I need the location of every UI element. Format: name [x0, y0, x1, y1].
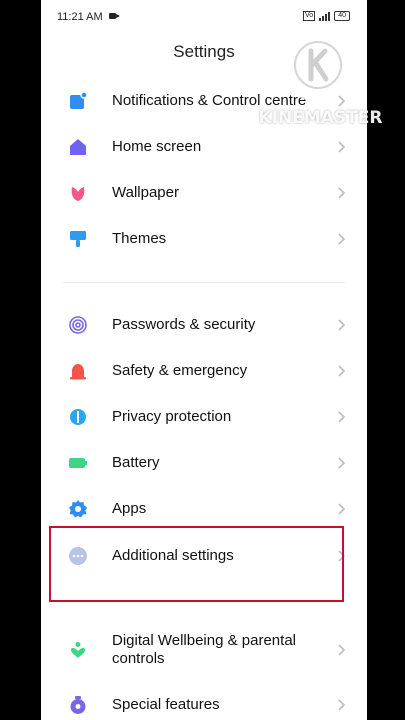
chevron-right-icon: [338, 233, 346, 245]
settings-item-label: Special features: [112, 696, 220, 713]
status-time: 11:21 AM: [57, 11, 103, 23]
fingerprint-icon: [69, 316, 87, 334]
notifications-icon: [70, 91, 88, 109]
chevron-right-icon: [338, 503, 346, 515]
video-camera-icon: [109, 13, 120, 19]
special-features-icon: [70, 696, 86, 714]
kinemaster-watermark: KINEMASTER: [253, 28, 388, 138]
themes-icon: [70, 231, 86, 247]
chevron-right-icon: [338, 411, 346, 423]
settings-item-passwords-security[interactable]: Passwords & security: [41, 302, 367, 348]
settings-item-label: Wallpaper: [112, 184, 179, 201]
battery-status-icon: 40: [334, 11, 350, 21]
home-icon: [70, 139, 86, 155]
settings-item-safety-emergency[interactable]: Safety & emergency: [41, 348, 367, 394]
settings-item-label: Digital Wellbeing & parental controls: [112, 632, 296, 667]
gear-icon: [69, 500, 87, 518]
volte-icon: Vo: [303, 11, 316, 21]
chevron-right-icon: [338, 141, 346, 153]
settings-item-digital-wellbeing[interactable]: Digital Wellbeing & parental controls: [41, 627, 367, 673]
signal-icon: [319, 11, 331, 21]
settings-item-battery[interactable]: Battery: [41, 440, 367, 486]
chevron-right-icon: [338, 644, 346, 656]
chevron-right-icon: [338, 365, 346, 377]
alarm-icon: [70, 364, 86, 380]
wellbeing-icon: [71, 642, 85, 658]
settings-item-label: Privacy protection: [112, 408, 232, 425]
settings-item-label: Themes: [112, 230, 167, 247]
highlight-box: [49, 526, 344, 602]
chevron-right-icon: [338, 457, 346, 469]
settings-item-special-features[interactable]: Special features: [41, 682, 367, 720]
watermark-text: KINEMASTER: [258, 108, 383, 128]
settings-item-label: Battery: [112, 454, 160, 471]
section-divider: [63, 282, 345, 283]
chevron-right-icon: [338, 187, 346, 199]
settings-item-themes[interactable]: Themes: [41, 216, 367, 262]
chevron-right-icon: [338, 699, 346, 711]
battery-icon: [69, 458, 87, 468]
settings-item-label: Passwords & security: [112, 316, 256, 333]
kinemaster-logo-icon: [281, 28, 355, 102]
settings-item-label: Safety & emergency: [112, 362, 248, 379]
chevron-right-icon: [338, 319, 346, 331]
wallpaper-icon: [71, 187, 85, 201]
status-icons: Vo 40: [303, 11, 350, 21]
privacy-icon: [70, 409, 86, 425]
settings-item-privacy-protection[interactable]: Privacy protection: [41, 394, 367, 440]
settings-item-wallpaper[interactable]: Wallpaper: [41, 170, 367, 216]
